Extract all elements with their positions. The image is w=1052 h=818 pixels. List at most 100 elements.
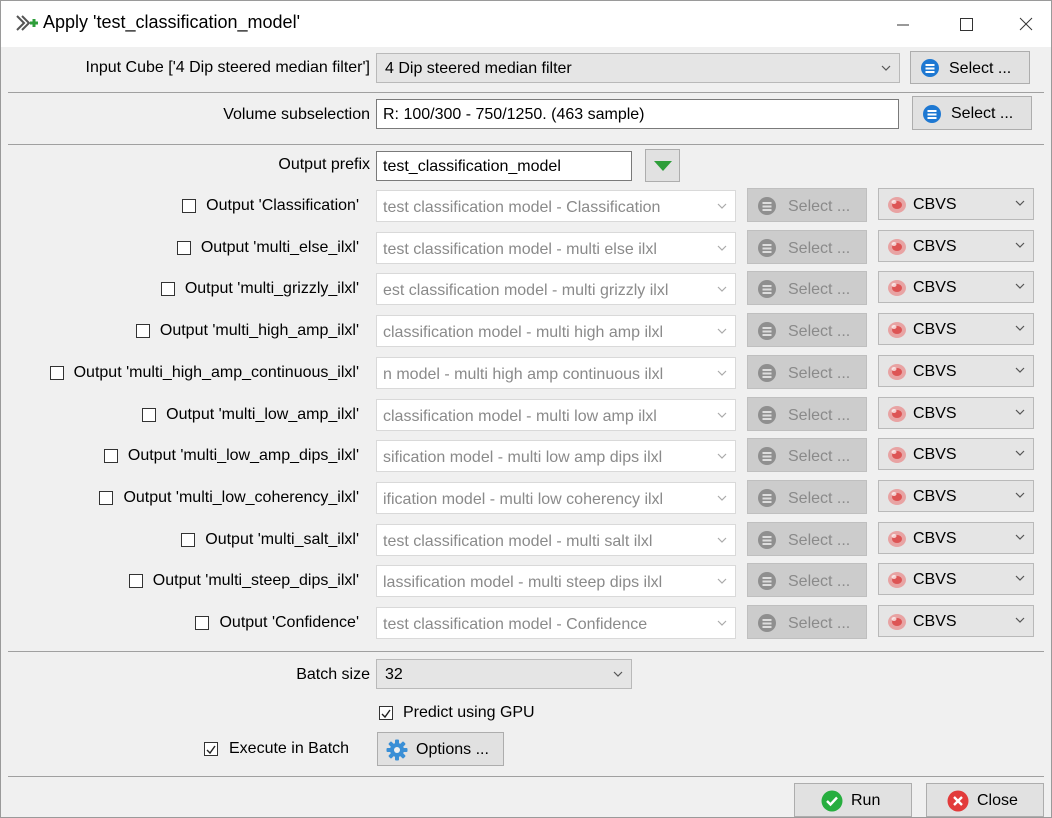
output-prefix-field[interactable]: test_classification_model (376, 151, 632, 181)
output-row-label: Output 'multi_salt_ilxl' (205, 530, 359, 548)
close-label: Close (977, 792, 1018, 809)
output-format-value: CBVS (913, 237, 957, 255)
chevron-down-icon (717, 620, 727, 626)
output-name-field[interactable]: n model - multi high amp continuous ilxl (376, 356, 736, 389)
output-row-checkbox[interactable] (49, 365, 64, 380)
maximize-button[interactable] (949, 9, 983, 39)
output-format-select[interactable]: CBVS (878, 479, 1034, 512)
output-prefix-dropdown-button[interactable] (645, 149, 680, 182)
output-name-field[interactable]: ification model - multi low coherency il… (376, 481, 736, 514)
format-icon (888, 572, 906, 589)
chevron-down-icon (1015, 367, 1025, 373)
run-button[interactable]: Run (794, 783, 912, 817)
predict-gpu-checkbox[interactable] (379, 706, 393, 720)
volume-subselection-field[interactable]: R: 100/300 - 750/1250. (463 sample) (376, 99, 899, 129)
output-name-field[interactable]: classification model - multi high amp il… (376, 315, 736, 348)
output-select-label: Select ... (788, 448, 851, 466)
output-select-button[interactable]: Select ... (747, 521, 867, 556)
output-format-value: CBVS (913, 487, 957, 505)
list-icon (758, 572, 776, 591)
app-icon (16, 15, 38, 31)
close-icon (1019, 17, 1033, 31)
output-select-button[interactable]: Select ... (747, 563, 867, 598)
run-label: Run (851, 792, 881, 809)
chevron-down-icon (717, 537, 727, 543)
output-select-label: Select ... (788, 531, 851, 549)
output-format-value: CBVS (913, 196, 957, 213)
output-format-value: CBVS (913, 362, 957, 380)
output-name-value: ification model - multi low coherency il… (383, 490, 664, 508)
output-format-select[interactable]: CBVS (878, 188, 1034, 220)
chevron-down-icon (717, 203, 727, 209)
output-select-button[interactable]: Select ... (747, 313, 867, 348)
output-name-field[interactable]: test classification model - multi else i… (376, 231, 736, 264)
output-format-select[interactable]: CBVS (878, 521, 1034, 554)
output-row-checkbox[interactable] (160, 282, 175, 297)
input-cube-select[interactable]: 4 Dip steered median filter (376, 53, 900, 83)
input-cube-select-button[interactable]: Select ... (910, 51, 1030, 84)
list-icon (758, 405, 776, 424)
output-row-checkbox[interactable] (176, 240, 191, 255)
format-icon (888, 322, 906, 339)
output-format-select[interactable]: CBVS (878, 354, 1034, 387)
output-row-checkbox[interactable] (103, 449, 118, 464)
chevron-down-icon (717, 328, 727, 334)
batch-size-select[interactable]: 32 (376, 659, 632, 689)
output-select-label: Select ... (788, 615, 851, 632)
list-icon (758, 322, 776, 341)
output-format-select[interactable]: CBVS (878, 563, 1034, 596)
output-row-label: Output 'multi_low_amp_ilxl' (166, 405, 359, 423)
output-name-field[interactable]: test classification model - Confidence (376, 607, 736, 639)
output-row-checkbox[interactable] (142, 407, 157, 422)
output-name-field[interactable]: test classification model - Classificati… (376, 190, 736, 222)
output-name-field[interactable]: sification model - multi low amp dips il… (376, 440, 736, 473)
close-button[interactable]: Close (926, 783, 1044, 817)
list-icon (758, 488, 776, 507)
output-name-field[interactable]: est classification model - multi grizzly… (376, 273, 736, 306)
chevron-down-icon (1015, 575, 1025, 582)
output-select-button[interactable]: Select ... (747, 479, 867, 514)
output-format-select[interactable]: CBVS (878, 229, 1034, 262)
output-select-button[interactable]: Select ... (747, 605, 867, 639)
output-select-label: Select ... (788, 573, 851, 591)
output-row-label: Output 'multi_high_amp_continuous_ilxl' (73, 363, 359, 381)
output-name-value: lassification model - multi steep dips i… (383, 574, 663, 592)
options-button[interactable]: Options ... (377, 732, 504, 766)
checkmark-icon (206, 745, 216, 755)
output-name-field[interactable]: test classification model - multi salt i… (376, 523, 736, 556)
output-name-field[interactable]: lassification model - multi steep dips i… (376, 565, 736, 598)
output-format-select[interactable]: CBVS (878, 438, 1034, 471)
output-select-button[interactable]: Select ... (747, 396, 867, 431)
output-format-select[interactable]: CBVS (878, 396, 1034, 429)
list-icon (923, 105, 941, 123)
output-row-checkbox[interactable] (135, 324, 150, 339)
output-select-button[interactable]: Select ... (747, 271, 867, 306)
output-select-button[interactable]: Select ... (747, 438, 867, 473)
volume-select-button[interactable]: Select ... (912, 96, 1032, 130)
output-name-field[interactable]: classification model - multi low amp ilx… (376, 398, 736, 431)
output-select-button[interactable]: Select ... (747, 188, 867, 222)
volume-subselection-value: R: 100/300 - 750/1250. (463 sample) (383, 106, 645, 123)
output-row-checkbox[interactable] (182, 199, 197, 213)
format-icon (888, 405, 906, 422)
separator (8, 92, 1044, 93)
output-select-button[interactable]: Select ... (747, 229, 867, 264)
output-row-checkbox[interactable] (181, 532, 196, 547)
execute-batch-checkbox[interactable] (204, 742, 218, 756)
list-icon (758, 530, 776, 549)
triangle-down-icon (654, 161, 672, 171)
list-icon (758, 614, 776, 632)
output-select-button[interactable]: Select ... (747, 354, 867, 389)
execute-batch-label: Execute in Batch (229, 740, 350, 757)
close-window-button[interactable] (1009, 9, 1043, 39)
list-icon (758, 280, 776, 299)
minimize-button[interactable] (886, 9, 920, 39)
output-format-select[interactable]: CBVS (878, 271, 1034, 304)
output-format-select[interactable]: CBVS (878, 605, 1034, 637)
output-row-checkbox[interactable] (195, 616, 210, 630)
output-format-select[interactable]: CBVS (878, 313, 1034, 346)
separator (8, 651, 1044, 652)
output-row-checkbox[interactable] (128, 574, 143, 589)
output-row-checkbox[interactable] (99, 490, 114, 505)
batch-size-value: 32 (385, 666, 403, 683)
